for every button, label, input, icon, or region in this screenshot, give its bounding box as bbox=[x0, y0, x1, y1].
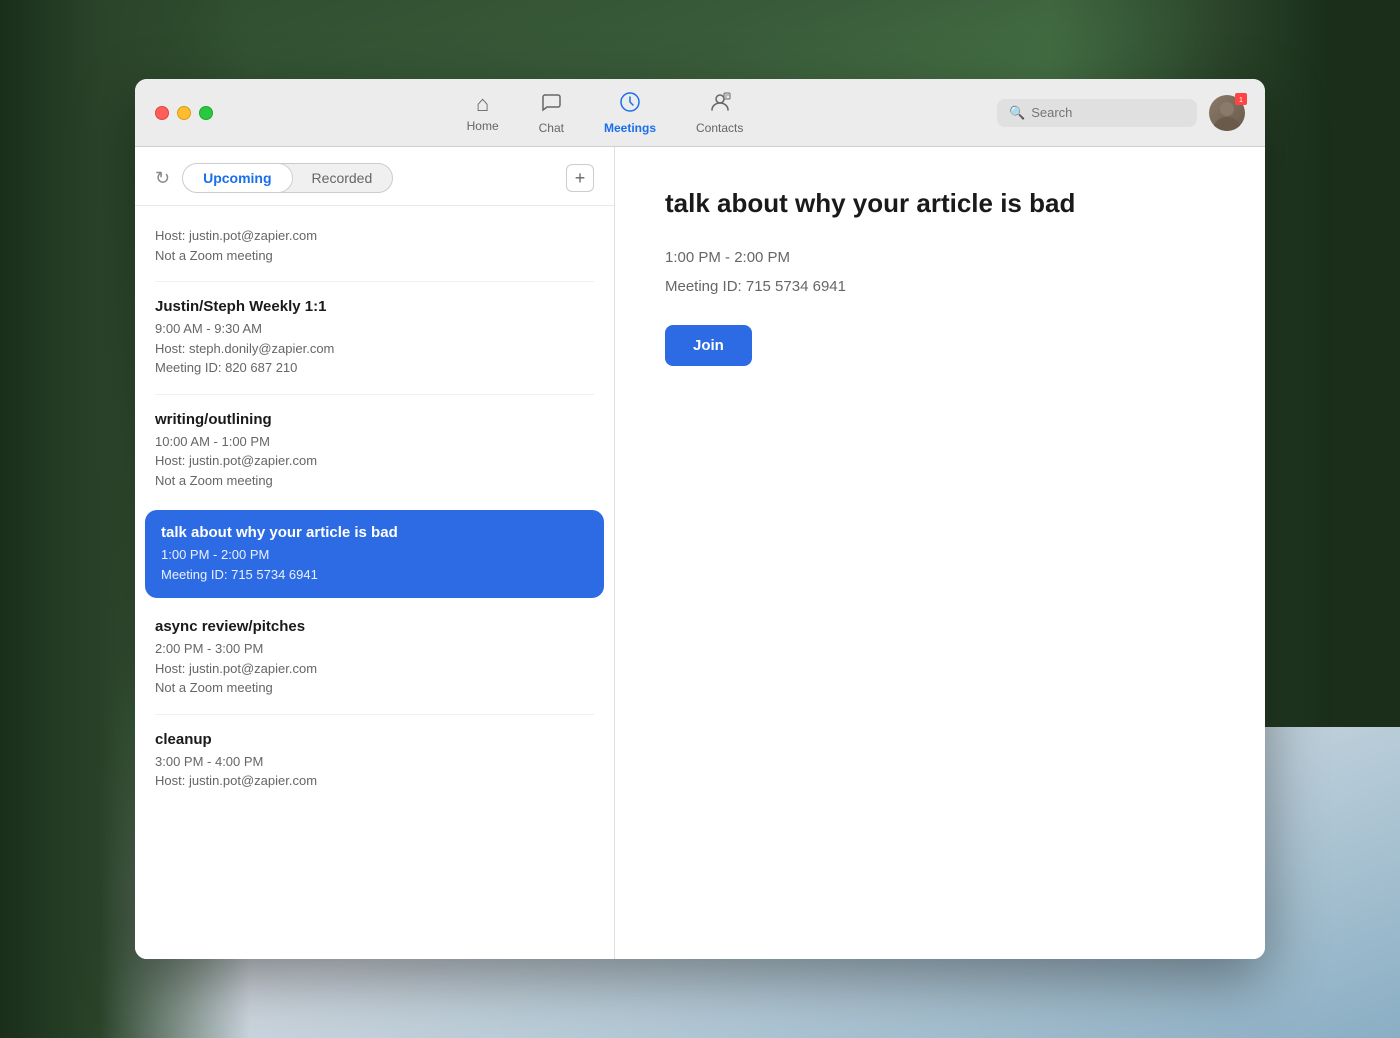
tab-chat[interactable]: Chat bbox=[539, 91, 564, 135]
meeting-title: cleanup bbox=[155, 731, 594, 748]
close-button[interactable] bbox=[155, 106, 169, 120]
meeting-host: Host: justin.pot@zapier.com bbox=[155, 771, 594, 791]
search-icon: 🔍 bbox=[1009, 105, 1025, 121]
meeting-time: 1:00 PM - 2:00 PM bbox=[161, 545, 588, 565]
tab-home-label: Home bbox=[467, 119, 499, 133]
divider bbox=[155, 394, 594, 395]
tab-chat-label: Chat bbox=[539, 121, 564, 135]
upcoming-tab-button[interactable]: Upcoming bbox=[182, 163, 292, 193]
avatar-badge: 1 bbox=[1235, 93, 1247, 105]
sidebar: ↻ Upcoming Recorded + Host: justin.pot@z… bbox=[135, 147, 615, 959]
tab-home[interactable]: ⌂ Home bbox=[467, 93, 499, 133]
list-item-selected[interactable]: talk about why your article is bad 1:00 … bbox=[145, 510, 604, 598]
divider bbox=[155, 281, 594, 282]
meeting-type: Not a Zoom meeting bbox=[155, 678, 594, 698]
sidebar-header: ↻ Upcoming Recorded + bbox=[135, 147, 614, 206]
tab-meetings[interactable]: Meetings bbox=[604, 91, 656, 135]
meeting-title: Justin/Steph Weekly 1:1 bbox=[155, 298, 594, 315]
contacts-icon bbox=[709, 91, 731, 117]
refresh-icon[interactable]: ↻ bbox=[155, 168, 170, 189]
detail-time: 1:00 PM - 2:00 PM bbox=[665, 249, 1215, 266]
traffic-lights bbox=[155, 106, 213, 120]
list-item[interactable]: Host: justin.pot@zapier.com Not a Zoom m… bbox=[135, 214, 614, 277]
list-item[interactable]: writing/outlining 10:00 AM - 1:00 PM Hos… bbox=[135, 399, 614, 503]
meeting-host: Host: justin.pot@zapier.com bbox=[155, 659, 594, 679]
meeting-type: Not a Zoom meeting bbox=[155, 246, 594, 266]
title-bar: ⌂ Home Chat Meetings bbox=[135, 79, 1265, 147]
meeting-time: 10:00 AM - 1:00 PM bbox=[155, 432, 594, 452]
meeting-title: writing/outlining bbox=[155, 411, 594, 428]
add-meeting-button[interactable]: + bbox=[566, 164, 594, 192]
meetings-list: Host: justin.pot@zapier.com Not a Zoom m… bbox=[135, 206, 614, 959]
main-content: ↻ Upcoming Recorded + Host: justin.pot@z… bbox=[135, 147, 1265, 959]
meeting-time: 2:00 PM - 3:00 PM bbox=[155, 639, 594, 659]
chat-icon bbox=[540, 91, 562, 117]
detail-title: talk about why your article is bad bbox=[665, 187, 1215, 221]
app-window: ⌂ Home Chat Meetings bbox=[135, 79, 1265, 959]
meeting-id: Meeting ID: 820 687 210 bbox=[155, 358, 594, 378]
list-item[interactable]: async review/pitches 2:00 PM - 3:00 PM H… bbox=[135, 606, 614, 710]
detail-meeting-id: Meeting ID: 715 5734 6941 bbox=[665, 278, 1215, 295]
recorded-tab-button[interactable]: Recorded bbox=[292, 164, 393, 192]
nav-tabs: ⌂ Home Chat Meetings bbox=[467, 91, 744, 135]
search-input[interactable] bbox=[1031, 105, 1185, 120]
meeting-host: Host: justin.pot@zapier.com bbox=[155, 451, 594, 471]
meetings-icon bbox=[619, 91, 641, 117]
svg-text:1: 1 bbox=[1239, 97, 1243, 104]
list-item[interactable]: Justin/Steph Weekly 1:1 9:00 AM - 9:30 A… bbox=[135, 286, 614, 390]
home-icon: ⌂ bbox=[476, 93, 489, 115]
meeting-title: async review/pitches bbox=[155, 618, 594, 635]
search-bar[interactable]: 🔍 bbox=[997, 99, 1197, 127]
meeting-type: Not a Zoom meeting bbox=[155, 471, 594, 491]
meeting-time: 3:00 PM - 4:00 PM bbox=[155, 752, 594, 772]
meeting-host: Host: justin.pot@zapier.com bbox=[155, 226, 594, 246]
meeting-time: 9:00 AM - 9:30 AM bbox=[155, 319, 594, 339]
avatar-container[interactable]: 1 bbox=[1209, 95, 1245, 131]
maximize-button[interactable] bbox=[199, 106, 213, 120]
join-button[interactable]: Join bbox=[665, 325, 752, 366]
list-item[interactable]: cleanup 3:00 PM - 4:00 PM Host: justin.p… bbox=[135, 719, 614, 803]
minimize-button[interactable] bbox=[177, 106, 191, 120]
detail-panel: talk about why your article is bad 1:00 … bbox=[615, 147, 1265, 959]
tab-toggle: Upcoming Recorded bbox=[182, 163, 393, 193]
divider bbox=[155, 714, 594, 715]
tab-meetings-label: Meetings bbox=[604, 121, 656, 135]
meeting-title: talk about why your article is bad bbox=[161, 524, 588, 541]
meeting-id: Meeting ID: 715 5734 6941 bbox=[161, 565, 588, 585]
meeting-host: Host: steph.donily@zapier.com bbox=[155, 339, 594, 359]
tab-contacts-label: Contacts bbox=[696, 121, 743, 135]
tab-contacts[interactable]: Contacts bbox=[696, 91, 743, 135]
